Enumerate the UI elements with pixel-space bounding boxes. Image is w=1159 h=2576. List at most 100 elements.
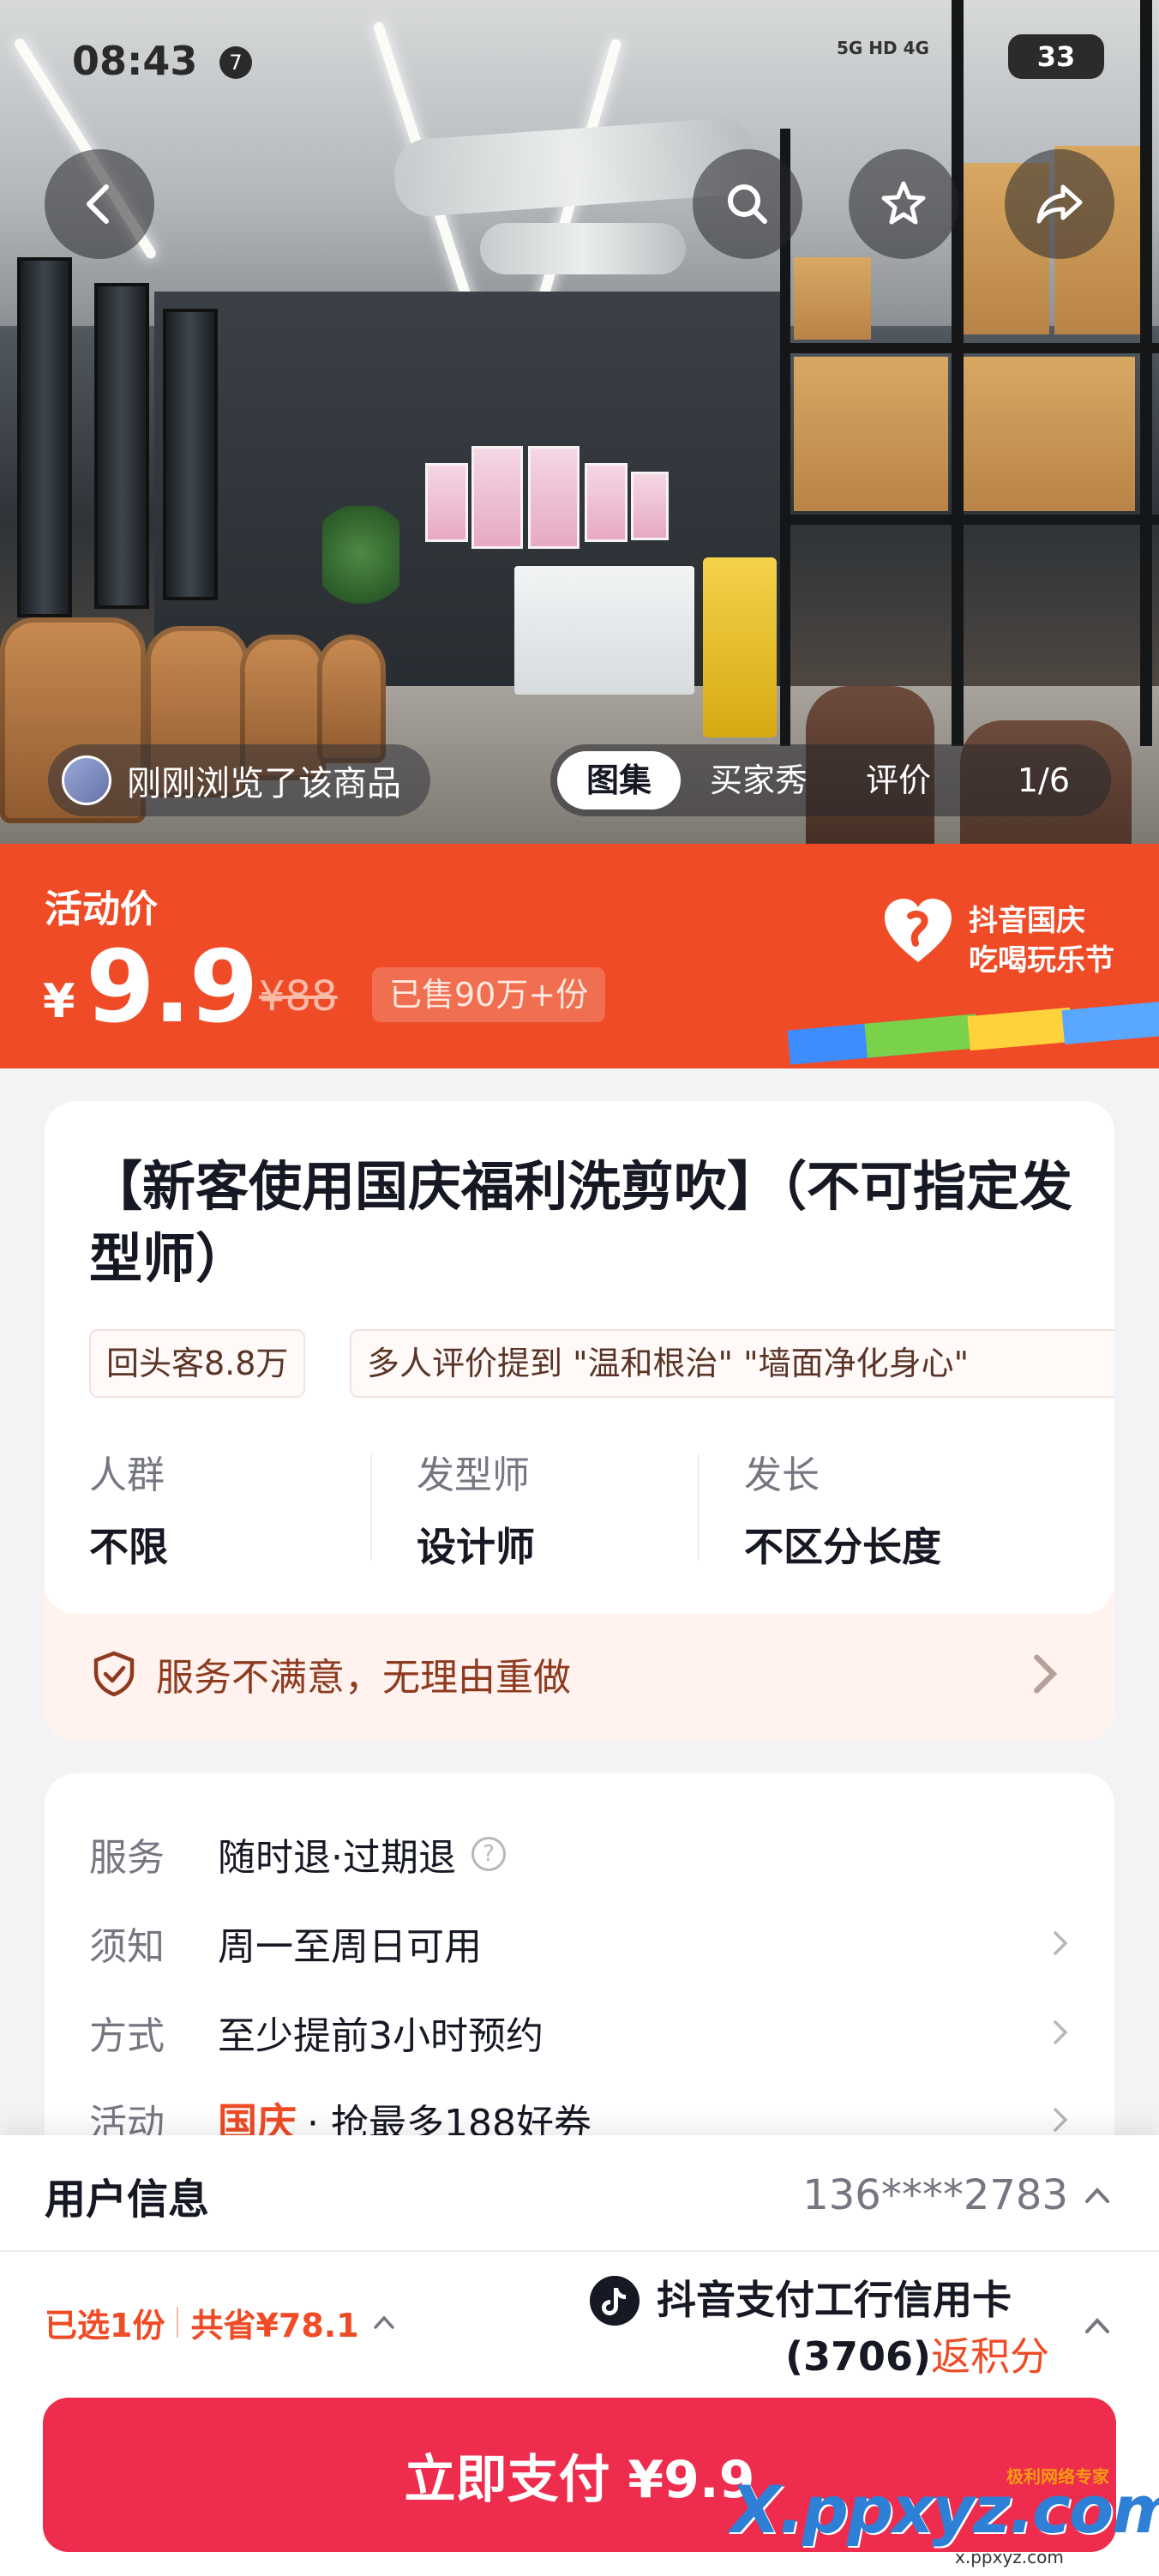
photo-wall-art — [471, 446, 523, 549]
attr-value: 不区分长度 — [744, 1524, 941, 1570]
guarantee-row[interactable]: 服务不满意，无理由重做 — [89, 1633, 1070, 1715]
chevron-right-icon — [1034, 1654, 1058, 1694]
shield-check-icon — [93, 1651, 135, 1697]
watermark-url: x.ppxyz.com — [955, 2547, 1064, 2567]
divider — [0, 2250, 1159, 2252]
search-icon — [728, 184, 767, 224]
recently-viewed-text: 刚刚浏览了该商品 — [127, 764, 401, 803]
attr-stylist: 发型师 设计师 — [417, 1444, 535, 1573]
avatar — [62, 755, 111, 805]
decor-stripe — [864, 1014, 979, 1058]
divider — [698, 1454, 700, 1561]
share-button[interactable] — [1005, 149, 1114, 259]
info-value: 周一至周日可用 — [218, 1925, 482, 1969]
info-row-method[interactable]: 方式 至少提前3小时预约 — [89, 1998, 1075, 2067]
heart-logo-icon — [885, 899, 952, 962]
share-icon — [1036, 184, 1083, 224]
activity-price-label: 活动价 — [45, 888, 158, 931]
tiktok-pay-icon — [590, 2276, 640, 2326]
back-button[interactable] — [45, 149, 154, 259]
network-indicator: 5G HD 4G — [837, 38, 929, 58]
payment-method-name: 抖音支付工行信用卡 — [657, 2277, 1012, 2323]
photo-plant — [322, 506, 399, 626]
decor-stripe — [1061, 999, 1159, 1045]
price-banner: 活动价 ¥ 9.9 ¥88 已售90万+份 抖音国庆 吃喝玩乐节 — [0, 844, 1159, 1068]
chevron-up-icon — [1085, 2188, 1109, 2203]
product-title: 【新客使用国庆福利洗剪吹】（不可指定发型师） — [89, 1155, 1073, 1290]
tab-buyer-show[interactable]: 买家秀 — [681, 751, 837, 810]
payment-method-selector[interactable]: 抖音支付工行信用卡 (3706)返积分 — [590, 2269, 1114, 2382]
product-card: 【新客使用国庆福利洗剪吹】（不可指定发型师） 回头客8.8万 多人评价提到 "温… — [45, 1101, 1114, 1741]
attr-hair-length: 发长 不区分长度 — [744, 1444, 941, 1573]
user-info-label: 用户信息 — [45, 2176, 210, 2224]
search-button[interactable] — [693, 149, 802, 259]
attr-value: 设计师 — [417, 1524, 535, 1570]
reward-label: 返积分 — [931, 2333, 1050, 2380]
notification-badge: 7 — [219, 46, 252, 79]
gallery-tabs: 图集 买家秀 评价 1/6 — [550, 744, 1111, 816]
info-row-notice[interactable]: 须知 周一至周日可用 — [89, 1909, 1075, 1977]
divider — [177, 2307, 179, 2338]
original-price: ¥88 — [259, 972, 338, 1020]
service-info-card: 服务 随时退·过期退 ? 须知 周一至周日可用 方式 至少提前3小时预约 活动 … — [45, 1773, 1114, 2176]
photo-wall-art — [585, 463, 628, 542]
photo-wall-art — [631, 472, 669, 540]
attr-value: 不限 — [89, 1524, 168, 1570]
current-price: 9.9 — [86, 930, 258, 1045]
festival-title-2: 吃喝玩乐节 — [969, 943, 1114, 978]
info-row-service[interactable]: 服务 随时退·过期退 ? — [89, 1820, 1075, 1888]
attr-key: 发型师 — [417, 1454, 530, 1497]
card-tail: (3706) — [785, 2333, 932, 2380]
tab-reviews[interactable]: 评价 — [837, 751, 960, 810]
tag-repeat-customers[interactable]: 回头客8.8万 — [89, 1329, 306, 1398]
guarantee-text: 服务不满意，无理由重做 — [156, 1656, 571, 1700]
festival-badge: 抖音国庆 吃喝玩乐节 — [880, 892, 1128, 978]
photo-reception-desk — [514, 566, 694, 695]
star-icon — [881, 181, 926, 225]
divider — [370, 1454, 372, 1561]
product-card-body: 【新客使用国庆福利洗剪吹】（不可指定发型师） 回头客8.8万 多人评价提到 "温… — [45, 1101, 1114, 1614]
info-key: 方式 — [89, 2014, 165, 2058]
photo-wall-art — [425, 463, 468, 542]
tab-gallery[interactable]: 图集 — [557, 751, 682, 810]
status-time: 08:43 — [72, 38, 198, 84]
status-bar: 08:43 7 5G HD 4G 33 — [0, 0, 1159, 120]
info-key: 须知 — [89, 1925, 165, 1969]
info-value: 随时退·过期退 — [218, 1836, 456, 1880]
selected-quantity: 已选1份 — [45, 2306, 165, 2344]
info-key: 服务 — [89, 1836, 165, 1880]
chevron-up-icon — [373, 2315, 394, 2329]
info-value: 至少提前3小时预约 — [218, 2014, 543, 2058]
photo-yellow-cabinet — [703, 557, 777, 737]
attr-key: 发长 — [744, 1454, 820, 1497]
sold-count-badge: 已售90万+份 — [372, 967, 606, 1022]
gallery-counter: 1/6 — [1017, 761, 1070, 799]
chevron-right-icon — [1054, 2108, 1068, 2132]
chevron-right-icon — [1054, 1931, 1068, 1955]
total-savings: 共省¥78.1 — [190, 2306, 359, 2344]
user-info-row[interactable]: 用户信息 136****2783 — [45, 2152, 1114, 2238]
product-photo[interactable]: 08:43 7 5G HD 4G 33 刚刚浏览了该商品 图集 买家秀 评价 1… — [0, 0, 1159, 844]
watermark-logo: X.ppxyz.com 极利网络专家 x.ppxyz.com — [730, 2466, 1159, 2567]
photo-duct — [480, 223, 686, 274]
photo-wall-art — [528, 446, 580, 549]
chevron-right-icon — [1054, 2020, 1068, 2044]
festival-title-1: 抖音国庆 — [969, 904, 1085, 938]
payment-method-card: (3706)返积分 — [785, 2326, 1049, 2382]
photo-mirror — [163, 309, 218, 600]
chevron-up-icon — [1085, 2318, 1109, 2333]
order-summary[interactable]: 已选1份 共省¥78.1 — [45, 2295, 399, 2350]
recently-viewed-pill: 刚刚浏览了该商品 — [48, 744, 430, 816]
battery-indicator: 33 — [1008, 34, 1104, 79]
chevron-left-icon — [87, 184, 109, 224]
photo-mirror — [17, 257, 72, 617]
tag-review-keywords[interactable]: 多人评价提到 "温和根治" "墙面净化身心" — [350, 1329, 1114, 1398]
user-phone: 136****2783 — [802, 2171, 1068, 2219]
photo-mirror — [94, 283, 149, 609]
watermark-tagline: 极利网络专家 — [1006, 2466, 1109, 2487]
help-icon[interactable]: ? — [471, 1837, 506, 1871]
favorite-button[interactable] — [849, 149, 958, 259]
decor-stripe — [967, 1007, 1073, 1051]
currency-symbol: ¥ — [43, 974, 75, 1028]
attr-audience: 人群 不限 — [89, 1444, 168, 1573]
